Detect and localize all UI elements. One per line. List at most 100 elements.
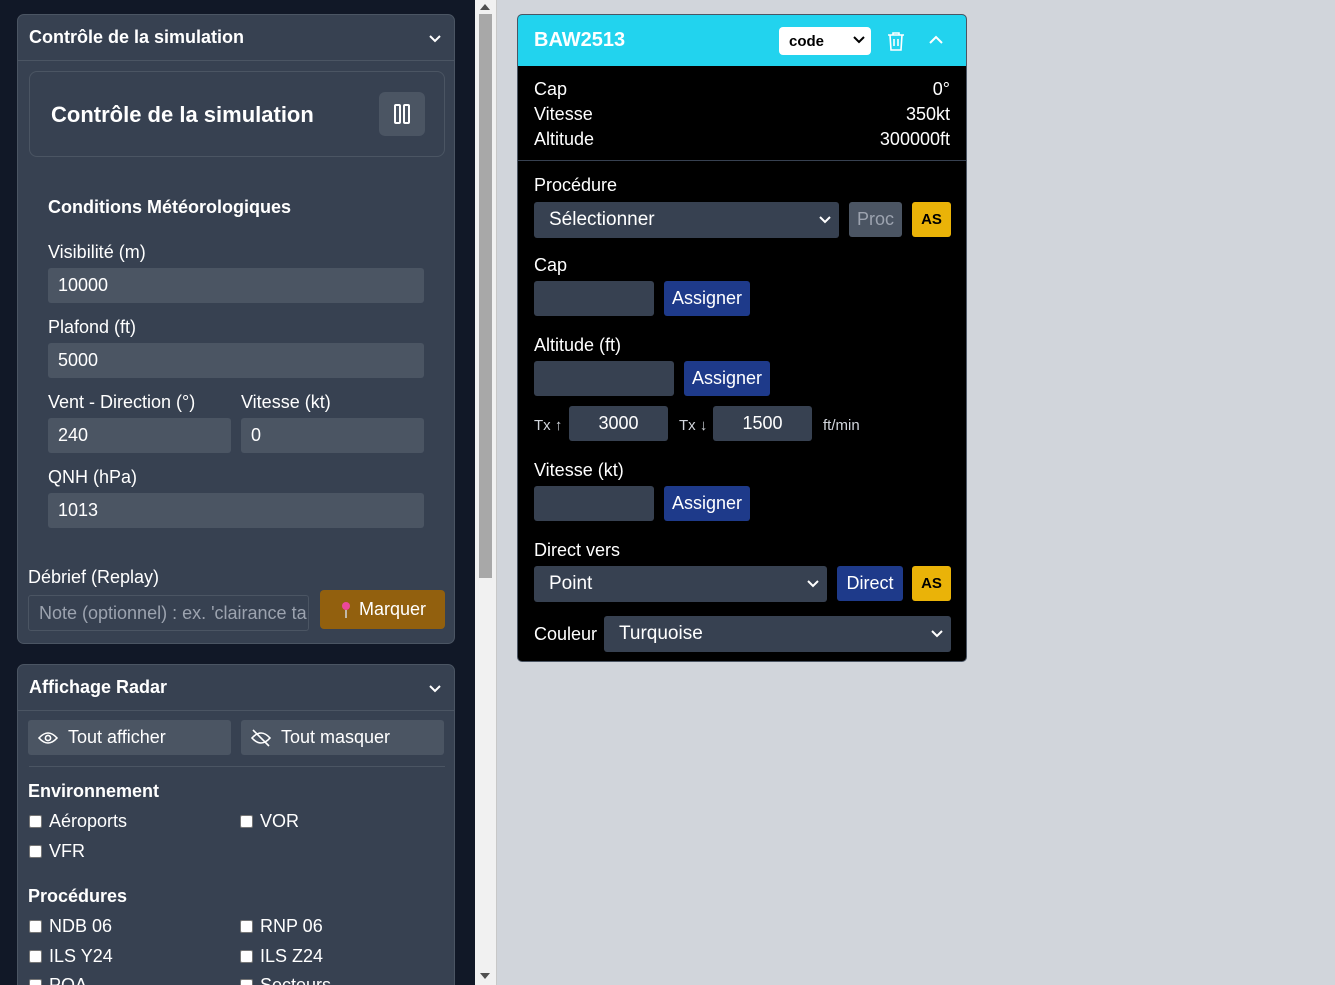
checkbox-rnp06[interactable]: RNP 06	[240, 916, 323, 937]
mark-button-label: Marquer	[358, 599, 427, 619]
checkbox-box[interactable]	[240, 815, 253, 828]
debrief-label: Débrief (Replay)	[28, 567, 160, 587]
radar-display-header[interactable]: Affichage Radar	[18, 665, 454, 711]
qnh-input[interactable]: 1013	[48, 493, 424, 528]
checkbox-ilsy24[interactable]: ILS Y24	[29, 946, 113, 967]
checkbox-vfr[interactable]: VFR	[29, 841, 85, 862]
procedure-label: Procédure	[534, 175, 618, 195]
checkbox-label: NDB 06	[49, 916, 113, 936]
direct-point-select[interactable]: Point	[534, 566, 827, 602]
tx-down-label: Tx ↓	[679, 417, 708, 434]
scroll-up-arrow[interactable]	[480, 4, 490, 10]
code-select[interactable]: code	[779, 27, 871, 55]
chevron-down-icon	[853, 36, 865, 44]
simulation-control-header[interactable]: Contrôle de la simulation	[18, 15, 454, 61]
cap-label: Cap	[534, 255, 568, 275]
heading-label: Cap	[534, 79, 568, 99]
checkbox-box[interactable]	[29, 845, 42, 858]
chevron-down-icon	[807, 580, 819, 588]
debrief-note-input[interactable]: Note (optionnel) : ex. 'clairance ta	[28, 595, 309, 631]
scroll-down-arrow[interactable]	[480, 973, 490, 979]
speed-row: Vitesse 350kt	[534, 104, 950, 125]
eye-icon	[38, 731, 58, 744]
proc-button[interactable]: Proc	[849, 202, 902, 237]
checkbox-box[interactable]	[29, 920, 42, 933]
altitude-label: Altitude	[534, 129, 595, 149]
radar-display-card: Affichage Radar Tout afficher Tout masqu…	[17, 664, 455, 985]
divider	[29, 766, 445, 767]
scrollbar-thumb[interactable]	[479, 14, 492, 578]
checkbox-box[interactable]	[29, 950, 42, 963]
checkbox-vor[interactable]: VOR	[240, 811, 299, 832]
assign-altitude-button[interactable]: Assigner	[684, 361, 770, 396]
tx-up-label: Tx ↑	[534, 417, 563, 434]
eye-off-icon	[251, 728, 271, 747]
ceiling-input[interactable]: 5000	[48, 343, 424, 378]
altitude-ft-label: Altitude (ft)	[534, 335, 622, 355]
heading-value: 0°	[932, 79, 950, 99]
checkbox-ilsz24[interactable]: ILS Z24	[240, 946, 323, 967]
tx-down-input[interactable]: 1500	[713, 406, 812, 441]
pause-icon	[394, 104, 410, 124]
chevron-down-icon[interactable]	[428, 681, 442, 695]
left-sidebar: Contrôle de la simulation Contrôle de la…	[0, 0, 475, 985]
color-select[interactable]: Turquoise	[604, 616, 951, 652]
altitude-row: Altitude 300000ft	[534, 129, 950, 150]
chevron-up-icon[interactable]	[929, 35, 943, 45]
qnh-label: QNH (hPa)	[48, 467, 138, 487]
speed-kt-label: Vitesse (kt)	[534, 460, 624, 480]
simulation-control-title: Contrôle de la simulation	[51, 102, 314, 127]
checkbox-box[interactable]	[240, 979, 253, 985]
speed-label: Vitesse	[534, 104, 593, 124]
checkbox-label: Secteurs	[260, 975, 332, 985]
checkbox-poa[interactable]: POA	[29, 975, 87, 985]
as-direct-button[interactable]: AS	[912, 566, 951, 601]
weather-title: Conditions Météorologiques	[48, 197, 291, 217]
simulation-control-box: Contrôle de la simulation	[29, 71, 445, 157]
checkbox-ndb06[interactable]: NDB 06	[29, 916, 112, 937]
assign-cap-button[interactable]: Assigner	[664, 281, 750, 316]
aircraft-panel-header: BAW2513 code	[518, 15, 966, 66]
checkbox-box[interactable]	[29, 979, 42, 985]
pause-button[interactable]	[379, 92, 425, 136]
speed-input[interactable]	[534, 486, 654, 521]
wind-direction-input[interactable]: 240	[48, 418, 231, 453]
wind-speed-input[interactable]: 0	[241, 418, 424, 453]
visibility-input[interactable]: 10000	[48, 268, 424, 303]
speed-value: 350kt	[905, 104, 950, 124]
color-label: Couleur	[534, 624, 598, 644]
direct-label: Direct vers	[534, 540, 621, 560]
direct-button[interactable]: Direct	[837, 566, 903, 601]
chevron-down-icon	[819, 216, 831, 224]
hide-all-button[interactable]: Tout masquer	[241, 720, 444, 755]
simulation-control-card: Contrôle de la simulation Contrôle de la…	[17, 14, 455, 644]
aircraft-panel: BAW2513 code Cap 0° Vitesse 350kt Altitu…	[517, 14, 967, 662]
assign-speed-button[interactable]: Assigner	[664, 486, 750, 521]
code-select-value: code	[789, 32, 825, 50]
chevron-down-icon[interactable]	[428, 31, 442, 45]
altitude-value: 300000ft	[879, 129, 950, 149]
checkbox-box[interactable]	[240, 950, 253, 963]
checkbox-label: ILS Z24	[260, 946, 324, 966]
show-all-label: Tout afficher	[68, 727, 166, 747]
checkbox-airports[interactable]: Aéroports	[29, 811, 127, 832]
as-button[interactable]: AS	[912, 202, 951, 237]
callsign: BAW2513	[534, 29, 626, 51]
checkbox-box[interactable]	[240, 920, 253, 933]
checkbox-sectors[interactable]: Secteurs	[240, 975, 331, 985]
sidebar-scrollbar[interactable]	[475, 0, 497, 985]
wind-speed-label: Vitesse (kt)	[241, 392, 331, 412]
checkbox-label: ILS Y24	[49, 946, 113, 966]
cap-input[interactable]	[534, 281, 654, 316]
mark-button[interactable]: Marquer	[320, 590, 445, 629]
direct-point-select-value: Point	[549, 573, 593, 594]
chevron-down-icon	[931, 630, 943, 638]
checkbox-box[interactable]	[29, 815, 42, 828]
visibility-label: Visibilité (m)	[48, 242, 146, 262]
show-all-button[interactable]: Tout afficher	[28, 720, 231, 755]
rate-unit: ft/min	[823, 417, 860, 434]
trash-icon[interactable]	[887, 31, 905, 51]
altitude-input[interactable]	[534, 361, 674, 396]
procedure-select[interactable]: Sélectionner	[534, 202, 839, 238]
tx-up-input[interactable]: 3000	[569, 406, 668, 441]
